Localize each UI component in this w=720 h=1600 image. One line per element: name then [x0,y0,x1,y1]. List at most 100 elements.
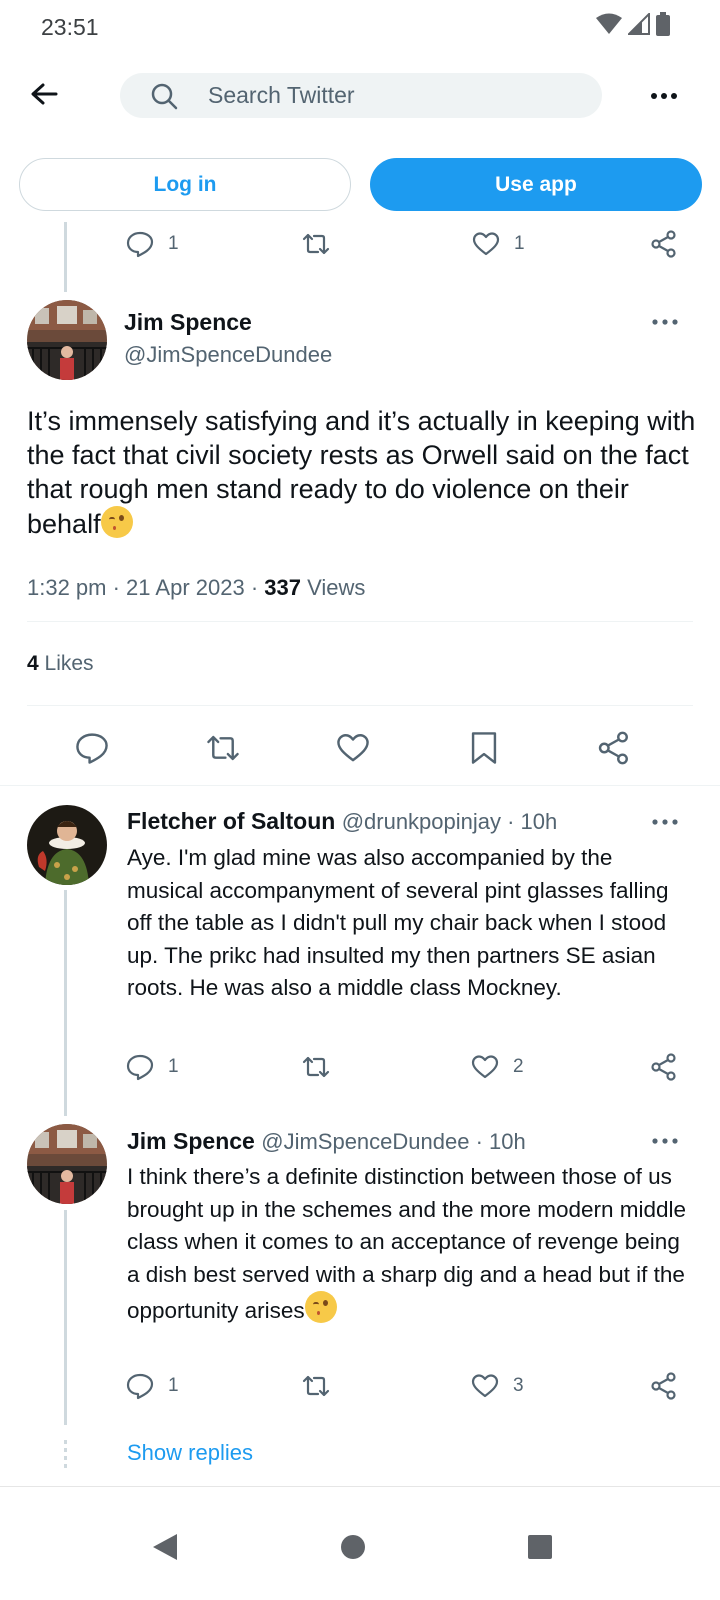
share-button[interactable] [650,1053,678,1081]
signal-icon [628,13,650,35]
nav-recents-button[interactable] [520,1527,560,1567]
tweet-more-button[interactable] [650,312,680,332]
bookmark-icon [471,732,497,764]
avatar[interactable] [27,1124,107,1204]
system-nav-bar [0,1486,720,1600]
retweet-icon [302,1056,330,1078]
wink-emoji-icon [304,1291,337,1323]
retweet-button[interactable] [203,728,243,768]
retweet-button[interactable] [302,1372,330,1400]
square-recents-icon [528,1535,552,1559]
reply-actions: 1 3 [0,1372,720,1412]
battery-icon [656,12,670,36]
divider [0,785,720,786]
search-input[interactable] [208,82,588,109]
heart-icon [471,1374,499,1398]
author-handle[interactable]: @JimSpenceDundee [124,342,332,368]
reply-button[interactable]: 1 [126,1372,179,1400]
views-count: 337 [264,575,301,600]
avatar[interactable] [27,300,107,380]
retweet-icon [302,1375,330,1397]
reply-count: 1 [168,1056,179,1077]
tweet-meta: 1:32 pm · 21 Apr 2023 · 337 Views [27,575,365,601]
top-bar [0,52,720,138]
reply-count: 1 [168,1375,179,1396]
status-icons [596,12,670,36]
likes-label: Likes [38,652,94,675]
avatar-portrait-icon [27,805,107,885]
share-button[interactable] [650,1372,678,1400]
reply-actions: 1 2 [0,1053,720,1093]
reply-author-handle[interactable]: @JimSpenceDundee · 10h [261,1129,525,1154]
like-button[interactable] [333,728,373,768]
share-icon [598,731,628,765]
heart-icon [337,734,369,762]
triangle-back-icon [153,1534,177,1560]
main-tweet-actions [0,722,720,778]
login-button[interactable]: Log in [19,158,351,211]
more-icon [651,93,677,99]
tweet-text: It’s immensely satisfying and it’s actua… [27,404,697,541]
author-name[interactable]: Jim Spence [124,309,252,336]
reply-button[interactable]: 1 [126,230,179,258]
more-options-button[interactable] [648,82,680,110]
reply-text: Aye. I'm glad mine was also accompanied … [127,845,669,1000]
heart-icon [472,232,500,256]
thread-more-dots [64,1440,67,1470]
reply-count: 1 [168,233,179,254]
status-time: 23:51 [41,14,99,40]
reply-icon [126,231,154,258]
like-button[interactable]: 2 [471,1053,524,1081]
retweet-icon [207,735,239,761]
reply-header: Fletcher of Saltoun @drunkpopinjay · 10h [127,808,557,835]
back-button[interactable] [24,74,64,114]
reply-author-name[interactable]: Jim Spence [127,1128,255,1154]
reply-button[interactable] [72,728,112,768]
like-button[interactable]: 1 [472,230,525,258]
likes-summary[interactable]: 4 Likes [27,652,94,676]
divider [27,621,693,622]
reply-text: I think there’s a definite distinction b… [127,1161,687,1328]
wink-emoji-icon [100,506,133,538]
tweet-timestamp[interactable]: 1:32 pm · 21 Apr 2023 · [27,575,264,600]
share-icon [651,1372,676,1400]
reply-more-button[interactable] [650,812,680,832]
share-icon [651,1053,676,1081]
divider [27,705,693,706]
like-count: 2 [513,1056,524,1077]
nav-back-button[interactable] [145,1527,185,1567]
avatar[interactable] [27,805,107,885]
retweet-button[interactable] [302,230,330,258]
share-button[interactable] [594,728,634,768]
reply-more-button[interactable] [650,1131,680,1151]
circle-home-icon [341,1535,365,1559]
reply-author-name[interactable]: Fletcher of Saltoun [127,808,335,834]
status-bar: 23:51 [0,0,720,52]
reply-header: Jim Spence @JimSpenceDundee · 10h [127,1128,526,1155]
prev-tweet-actions: 1 1 [0,230,720,270]
reply-icon [76,733,108,764]
like-count: 1 [514,233,525,254]
likes-count: 4 [27,652,39,675]
retweet-button[interactable] [302,1053,330,1081]
like-button[interactable]: 3 [471,1372,524,1400]
retweet-icon [302,233,330,255]
search-box[interactable] [120,73,602,118]
reply-icon [126,1373,154,1400]
avatar-photo-icon [27,300,107,380]
reply-text-body: I think there’s a definite distinction b… [127,1164,687,1323]
more-icon [652,819,678,825]
wifi-icon [596,13,622,34]
reply-author-handle[interactable]: @drunkpopinjay · 10h [342,809,558,834]
show-replies-link[interactable]: Show replies [127,1440,253,1466]
heart-icon [471,1055,499,1079]
auth-row: Log in Use app [0,158,720,212]
avatar-photo-icon [27,1124,107,1204]
like-count: 3 [513,1375,524,1396]
more-icon [652,1138,678,1144]
use-app-button[interactable]: Use app [370,158,702,211]
reply-button[interactable]: 1 [126,1053,179,1081]
bookmark-button[interactable] [464,728,504,768]
nav-home-button[interactable] [333,1527,373,1567]
share-button[interactable] [650,230,678,258]
